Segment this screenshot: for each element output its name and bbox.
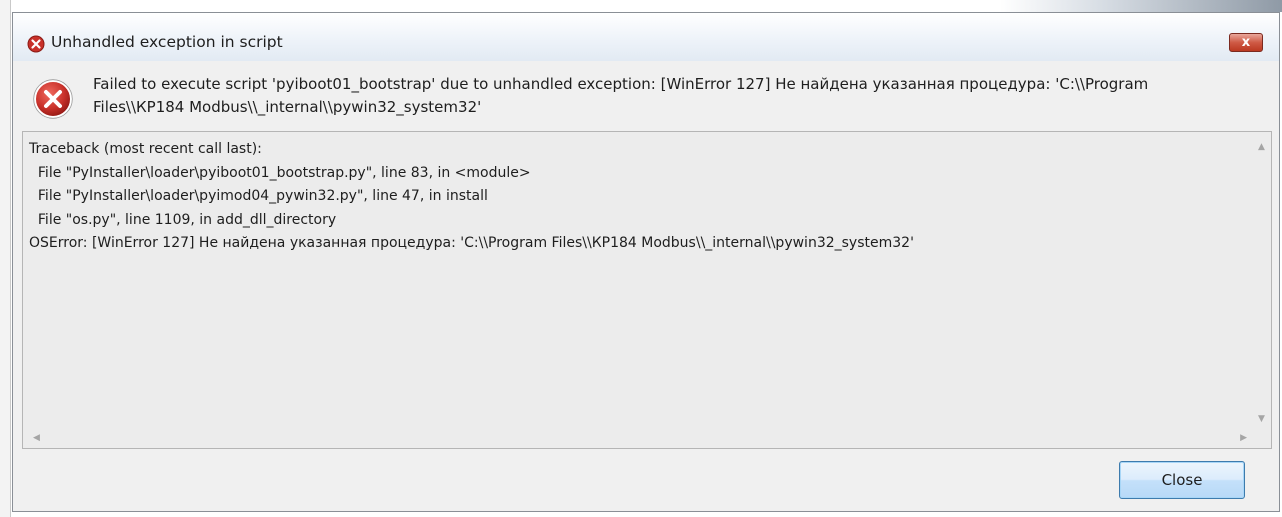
scroll-up-arrow-icon[interactable]: ▲ <box>1258 142 1265 152</box>
window-close-button[interactable]: x <box>1229 33 1263 52</box>
error-message: Failed to execute script 'pyiboot01_boot… <box>93 75 1149 116</box>
desktop-background-strip <box>0 0 1282 12</box>
scroll-right-arrow-icon[interactable]: ▶ <box>1240 433 1247 443</box>
traceback-line: File "os.py", line 1109, in add_dll_dire… <box>29 211 337 228</box>
window-title: Unhandled exception in script <box>51 33 283 51</box>
traceback-textarea[interactable]: Traceback (most recent call last): File … <box>22 131 1272 449</box>
error-dialog: Unhandled exception in script x Failed t… <box>12 12 1280 512</box>
desktop-left-edge <box>0 0 11 517</box>
traceback-line: OSError: [WinError 127] Не найдена указа… <box>29 235 914 251</box>
title-bar[interactable]: Unhandled exception in script x <box>13 13 1279 61</box>
scroll-down-arrow-icon[interactable]: ▼ <box>1258 414 1265 424</box>
traceback-line: File "PyInstaller\loader\pyimod04_pywin3… <box>29 188 488 204</box>
traceback-content: Traceback (most recent call last): File … <box>29 138 1247 256</box>
scroll-left-arrow-icon[interactable]: ◀ <box>33 433 40 443</box>
traceback-line: File "PyInstaller\loader\pyiboot01_boots… <box>29 164 531 181</box>
horizontal-scrollbar[interactable]: ◀ ▶ <box>23 430 1253 448</box>
error-icon <box>33 79 73 119</box>
traceback-line: Traceback (most recent call last): <box>29 141 262 157</box>
close-button[interactable]: Close <box>1119 461 1245 499</box>
error-icon <box>27 35 45 53</box>
vertical-scrollbar[interactable]: ▲ ▼ <box>1253 132 1271 430</box>
